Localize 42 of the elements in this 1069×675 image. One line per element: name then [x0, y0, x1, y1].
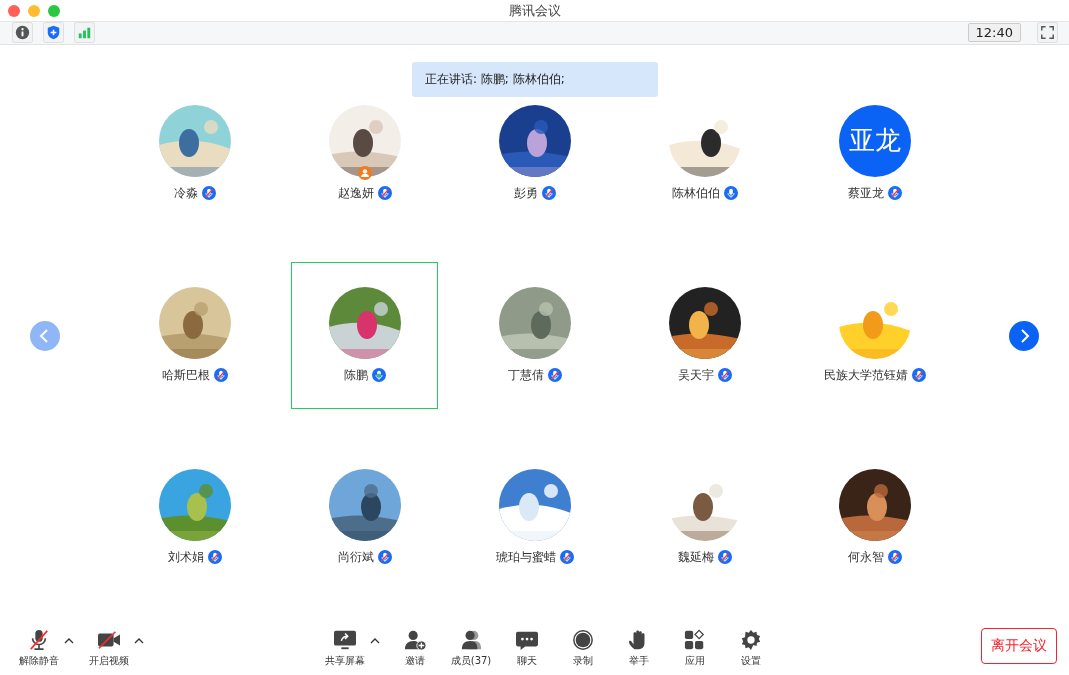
caret-icon[interactable]: [64, 638, 74, 645]
video-button[interactable]: 开启视频: [86, 628, 132, 668]
chevron-right-icon: [1021, 328, 1030, 343]
chevron-left-icon: [39, 328, 48, 343]
caret-icon[interactable]: [134, 638, 144, 645]
close-button[interactable]: [8, 4, 20, 17]
apps-button[interactable]: 应用: [672, 628, 718, 668]
screen-share-icon: [331, 628, 359, 651]
hand-button[interactable]: 举手: [616, 628, 662, 668]
members-button[interactable]: 成员(37): [448, 628, 494, 668]
window-title: 腾讯会议: [508, 1, 561, 20]
participant-name: 丁慧倩: [507, 366, 544, 384]
share-button[interactable]: 共享屏幕: [322, 628, 368, 668]
record-button[interactable]: 录制: [560, 628, 606, 668]
caret-icon[interactable]: [370, 638, 380, 645]
invite-button[interactable]: 邀请: [392, 628, 438, 668]
participant-name: 彭勇: [513, 184, 538, 202]
participant-name: 陈林伯伯: [671, 184, 720, 202]
unmute-button[interactable]: 解除静音: [16, 628, 62, 668]
chat-button[interactable]: 聊天: [504, 628, 550, 668]
info-icon[interactable]: [12, 22, 33, 44]
participant-name: 民族大学范钰婧: [823, 366, 908, 384]
participant-name: 吴天宇: [677, 366, 714, 384]
leave-meeting-button[interactable]: 离开会议: [981, 628, 1057, 665]
participant-name: 琥珀与蜜蜡: [495, 548, 556, 566]
participant-name: 蔡亚龙: [847, 184, 884, 202]
speaking-banner: 正在讲话: 陈鹏; 陈林伯伯;: [412, 61, 658, 97]
participant-name: 魏延梅: [677, 548, 714, 566]
participant-name: 陈鹏: [343, 366, 368, 384]
participant-name: 尚衍斌: [337, 548, 374, 566]
avatar: 亚龙: [838, 104, 911, 177]
shield-icon[interactable]: [43, 22, 64, 44]
participant-name: 哈斯巴根: [161, 366, 210, 384]
settings-button[interactable]: 设置: [728, 628, 774, 668]
next-page-button[interactable]: [1009, 320, 1039, 351]
participant-name: 何永智: [847, 548, 884, 566]
participant-name: 刘术娟: [167, 548, 204, 566]
fullscreen-icon[interactable]: [1037, 22, 1058, 44]
meeting-time: 12:40: [967, 23, 1021, 43]
participant-name: 赵逸妍: [337, 184, 374, 202]
participant-name: 冷淼: [173, 184, 198, 202]
camera-icon: [95, 628, 123, 651]
